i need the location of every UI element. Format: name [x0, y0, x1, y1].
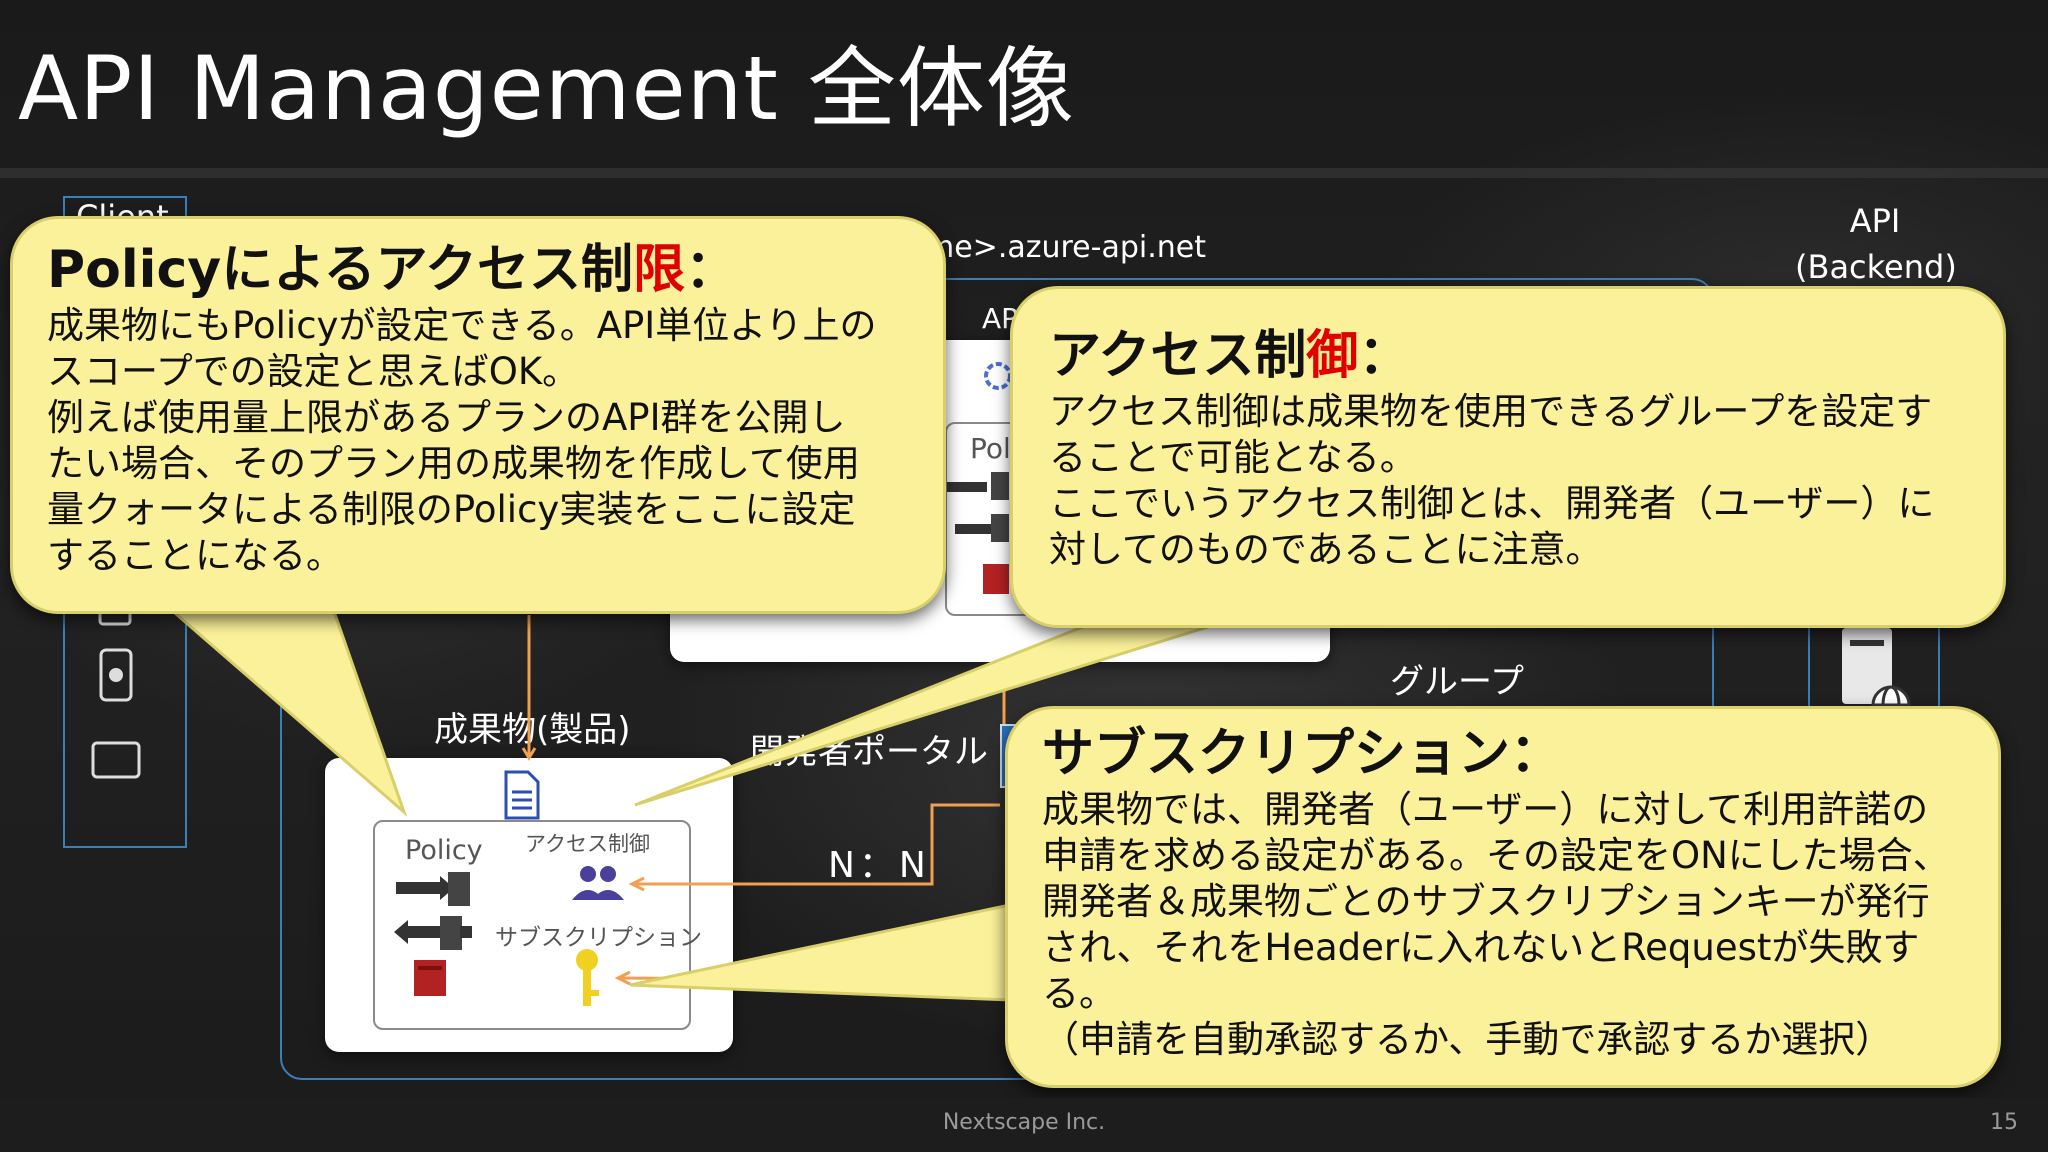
access-callout-body: アクセス制御は成果物を使用できるグループを設定す ることで可能となる。 ここでい… [1049, 390, 1935, 571]
policy-callout-body: 成果物にもPolicyが設定できる。API単位より上の スコープでの設定と思えば… [47, 304, 877, 577]
subscription-callout-body: 成果物では、開発者（ユーザー）に対して利用許諾の 申請を求める設定がある。その設… [1042, 788, 1950, 1061]
subscription-callout: サブスクリプション： 成果物では、開発者（ユーザー）に対して利用許諾の 申請を求… [1005, 706, 2001, 1088]
policy-callout: Policyによるアクセス制限： 成果物にもPolicyが設定できる。API単位… [10, 216, 946, 614]
footer-company: Nextscape Inc. [942, 1110, 1106, 1135]
policy-callout-title: Policyによるアクセス制限： [47, 240, 738, 300]
page-number: 15 [1990, 1110, 2018, 1135]
access-callout-title: アクセス制御： [1049, 326, 1411, 386]
subscription-callout-title: サブスクリプション： [1042, 724, 1563, 784]
access-control-callout: アクセス制御： アクセス制御は成果物を使用できるグループを設定す ることで可能と… [1010, 286, 2006, 628]
